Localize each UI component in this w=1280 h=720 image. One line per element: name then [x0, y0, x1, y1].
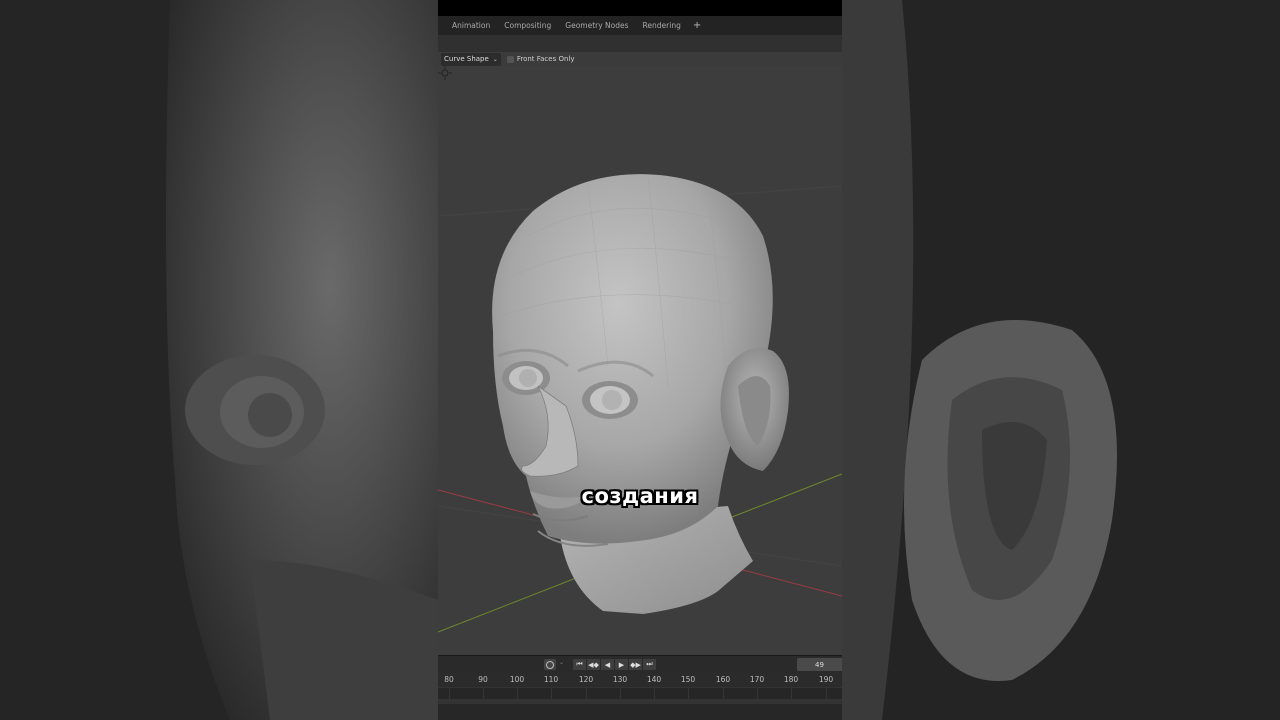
- ruler-tick: 120: [578, 675, 594, 684]
- front-faces-only-toggle[interactable]: Front Faces Only: [506, 55, 575, 63]
- ruler-tick: 80: [444, 675, 454, 684]
- auto-keying-button[interactable]: [544, 659, 556, 670]
- background-blur-left: [0, 0, 438, 720]
- next-keyframe-icon[interactable]: ◆▶: [629, 659, 642, 670]
- ear-mesh: [720, 348, 789, 471]
- tab-compositing[interactable]: Compositing: [497, 21, 558, 30]
- checkbox-icon[interactable]: [506, 55, 514, 63]
- 3d-viewport[interactable]: создания: [438, 66, 842, 655]
- prev-keyframe-icon[interactable]: ◀◆: [587, 659, 600, 670]
- tab-rendering[interactable]: Rendering: [636, 21, 688, 30]
- right-eye: [582, 381, 638, 419]
- ruler-tick: 190: [818, 675, 834, 684]
- falloff-dropdown[interactable]: Curve Shape ⌄: [441, 52, 501, 66]
- ruler-tick: 150: [680, 675, 696, 684]
- ruler-tick: 180: [783, 675, 799, 684]
- ruler-tick: 90: [478, 675, 488, 684]
- play-icon[interactable]: ▶: [615, 659, 628, 670]
- workspace-tabs: Animation Compositing Geometry Nodes Ren…: [438, 16, 842, 35]
- playback-controls: ⏮ ◀◆ ◀ ▶ ◆▶ ⏭: [573, 659, 656, 670]
- video-caption: создания: [581, 484, 699, 508]
- ruler-tick: 130: [612, 675, 628, 684]
- add-workspace-button[interactable]: +: [688, 20, 706, 31]
- record-icon: [546, 660, 554, 669]
- tool-settings-strip: [438, 35, 842, 52]
- top-black-bar: [438, 0, 842, 16]
- ruler-tick: 170: [749, 675, 765, 684]
- timeline-controls: ⌄ ⏮ ◀◆ ◀ ▶ ◆▶ ⏭ 49: [438, 655, 842, 673]
- play-reverse-icon[interactable]: ◀: [601, 659, 614, 670]
- blender-window: Animation Compositing Geometry Nodes Ren…: [438, 0, 842, 720]
- viewport-header: Curve Shape ⌄ Front Faces Only: [438, 52, 842, 66]
- jump-end-icon[interactable]: ⏭: [643, 659, 656, 670]
- chevron-down-icon[interactable]: ⌄: [559, 659, 564, 666]
- falloff-dropdown-label: Curve Shape: [444, 55, 489, 63]
- tab-animation[interactable]: Animation: [445, 21, 497, 30]
- background-blur-right: [842, 0, 1280, 720]
- jump-start-icon[interactable]: ⏮: [573, 659, 586, 670]
- tab-geometry-nodes[interactable]: Geometry Nodes: [558, 21, 635, 30]
- status-bar: [438, 704, 842, 720]
- ruler-tick: 140: [646, 675, 662, 684]
- front-faces-only-label: Front Faces Only: [516, 55, 575, 63]
- chevron-down-icon: ⌄: [492, 55, 498, 63]
- ruler-tick: 110: [543, 675, 559, 684]
- current-frame-field[interactable]: 49: [797, 658, 842, 671]
- ruler-tick: 100: [509, 675, 525, 684]
- crosshair-cursor-icon: [438, 66, 452, 80]
- timeline-ruler[interactable]: 80 90 100 110 120 130 140 150 160 170 18…: [438, 673, 842, 687]
- ruler-tick: 160: [715, 675, 731, 684]
